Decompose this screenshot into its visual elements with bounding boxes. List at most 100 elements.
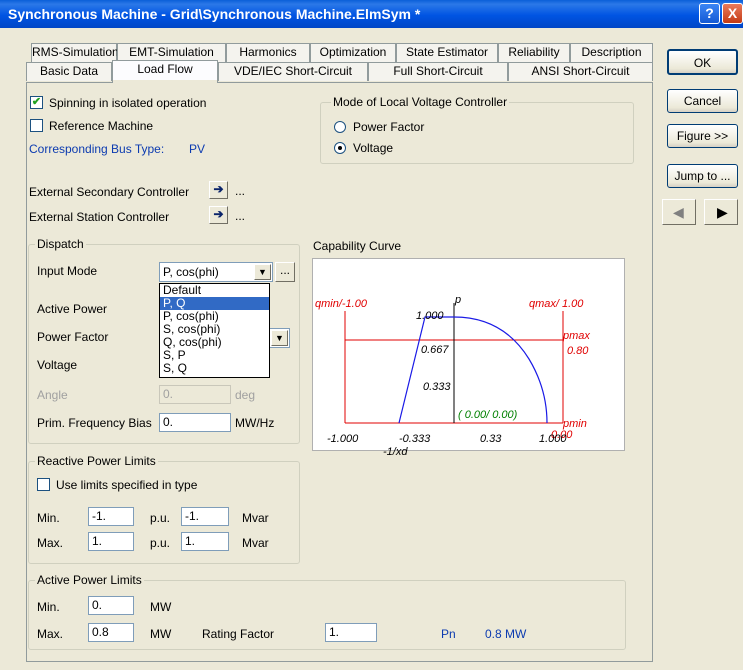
bus-type-value: PV bbox=[189, 142, 206, 156]
active-max-input[interactable]: 0.8 bbox=[88, 623, 134, 642]
rating-factor-input[interactable]: 1. bbox=[325, 623, 377, 642]
capability-curve-svg: qmin/-1.00 qmax/ 1.00 p pmax 0.80 pmin 0… bbox=[315, 294, 590, 445]
tab-optimization[interactable]: Optimization bbox=[310, 43, 396, 62]
angle-label: Angle bbox=[37, 388, 68, 402]
freq-bias-input[interactable]: 0. bbox=[159, 413, 231, 432]
pmax-label: pmax bbox=[562, 330, 590, 342]
help-button[interactable]: ? bbox=[699, 3, 720, 24]
ok-button[interactable]: OK bbox=[667, 49, 738, 75]
reactive-max-pu-unit: p.u. bbox=[150, 536, 171, 550]
capability-curve-chart: qmin/-1.00 qmax/ 1.00 p pmax 0.80 pmin 0… bbox=[312, 258, 625, 451]
active-tab-joiner bbox=[113, 80, 217, 84]
input-mode-select[interactable]: P, cos(phi) ▼ bbox=[159, 262, 273, 282]
voltage-controller-title: Mode of Local Voltage Controller bbox=[331, 95, 510, 109]
tab-full-short-circuit[interactable]: Full Short-Circuit bbox=[368, 62, 508, 81]
rating-factor-label: Rating Factor bbox=[202, 627, 275, 641]
tab-reliability[interactable]: Reliability bbox=[498, 43, 570, 62]
use-type-limits-checkbox[interactable] bbox=[37, 478, 50, 491]
spinning-checkbox[interactable]: ✔ bbox=[30, 96, 43, 109]
active-power-label: Active Power bbox=[37, 302, 108, 316]
figure-button[interactable]: Figure >> bbox=[667, 124, 738, 148]
secondary-controller-value: ... bbox=[235, 184, 246, 198]
angle-unit: deg bbox=[235, 388, 256, 402]
close-button[interactable]: X bbox=[722, 3, 743, 24]
input-mode-dropdown-list: Default P, Q P, cos(phi) S, cos(phi) Q, … bbox=[159, 283, 270, 378]
input-mode-value: P, cos(phi) bbox=[163, 265, 219, 279]
pn-value: 0.8 MW bbox=[485, 627, 527, 641]
bus-type-label: Corresponding Bus Type: bbox=[29, 142, 165, 156]
input-mode-label: Input Mode bbox=[37, 264, 98, 278]
secondary-controller-select-button[interactable]: ➔ bbox=[209, 181, 228, 199]
y-tick-0667: 0.667 bbox=[421, 344, 449, 356]
y-tick-1000: 1.000 bbox=[416, 310, 444, 322]
jump-to-button[interactable]: Jump to ... bbox=[667, 164, 738, 188]
active-min-unit: MW bbox=[150, 600, 172, 614]
pmax-value: 0.80 bbox=[567, 345, 589, 357]
reference-machine-checkbox[interactable] bbox=[30, 119, 43, 132]
x-tick-neg0333: -0.333 bbox=[399, 433, 431, 445]
freq-bias-label: Prim. Frequency Bias bbox=[37, 416, 152, 430]
tab-state-estimator[interactable]: State Estimator bbox=[396, 43, 498, 62]
reactive-min-pu-input[interactable]: -1. bbox=[88, 507, 134, 526]
power-factor-radio[interactable] bbox=[334, 121, 346, 133]
dropdown-option[interactable]: S, Q bbox=[160, 362, 269, 375]
power-factor-radio-label: Power Factor bbox=[353, 120, 425, 134]
reactive-min-mvar-input[interactable]: -1. bbox=[181, 507, 229, 526]
active-max-unit: MW bbox=[150, 627, 172, 641]
cancel-button[interactable]: Cancel bbox=[667, 89, 738, 113]
reactive-max-mvar-input[interactable]: 1. bbox=[181, 532, 229, 551]
x-tick-neg1000: -1.000 bbox=[327, 433, 359, 445]
tab-description[interactable]: Description bbox=[570, 43, 653, 62]
active-min-input[interactable]: 0. bbox=[88, 596, 134, 615]
station-controller-value: ... bbox=[235, 209, 246, 223]
dispatch-title: Dispatch bbox=[35, 237, 86, 251]
capability-curve-title: Capability Curve bbox=[313, 239, 402, 253]
tab-vde-iec-short-circuit[interactable]: VDE/IEC Short-Circuit bbox=[218, 62, 368, 81]
operating-point-label: ( 0.00/ 0.00) bbox=[458, 409, 518, 421]
reactive-limits-title: Reactive Power Limits bbox=[35, 454, 158, 468]
active-max-label: Max. bbox=[37, 627, 64, 641]
title-bar: Synchronous Machine - Grid\Synchronous M… bbox=[0, 0, 743, 28]
use-type-limits-label: Use limits specified in type bbox=[56, 478, 198, 492]
reactive-max-mvar-unit: Mvar bbox=[242, 536, 269, 550]
active-min-label: Min. bbox=[37, 600, 60, 614]
voltage-radio-label: Voltage bbox=[353, 141, 394, 155]
x-tick-1000: 1.000 bbox=[539, 433, 567, 445]
tab-ansi-short-circuit[interactable]: ANSI Short-Circuit bbox=[508, 62, 653, 81]
secondary-controller-label: External Secondary Controller bbox=[29, 185, 190, 199]
p-axis-label: p bbox=[454, 294, 461, 306]
tab-load-flow[interactable]: Load Flow bbox=[112, 60, 218, 82]
power-factor-type-select[interactable]: ▼ bbox=[268, 328, 290, 348]
qmin-label: qmin/-1.00 bbox=[315, 298, 368, 310]
reference-machine-label: Reference Machine bbox=[49, 119, 154, 133]
input-mode-more-button[interactable]: ... bbox=[275, 262, 295, 282]
chevron-down-icon[interactable]: ▼ bbox=[271, 330, 288, 346]
pn-label: Pn bbox=[441, 627, 456, 641]
reactive-max-pu-input[interactable]: 1. bbox=[88, 532, 134, 551]
capability-curve-line bbox=[398, 316, 548, 424]
y-tick-0333: 0.333 bbox=[423, 381, 451, 393]
previous-button[interactable]: ◀ bbox=[662, 199, 696, 225]
chevron-down-icon[interactable]: ▼ bbox=[254, 264, 271, 280]
reactive-max-label: Max. bbox=[37, 536, 64, 550]
qmax-label: qmax/ 1.00 bbox=[529, 298, 584, 310]
freq-bias-unit: MW/Hz bbox=[235, 416, 275, 430]
next-button[interactable]: ▶ bbox=[704, 199, 738, 225]
arrow-right-icon: ▶ bbox=[717, 204, 728, 220]
tab-rms-simulation[interactable]: RMS-Simulation bbox=[31, 43, 119, 62]
station-controller-label: External Station Controller bbox=[29, 210, 170, 224]
reactive-min-label: Min. bbox=[37, 511, 60, 525]
station-controller-select-button[interactable]: ➔ bbox=[209, 206, 228, 224]
spinning-label: Spinning in isolated operation bbox=[49, 96, 207, 110]
angle-input: 0. bbox=[159, 385, 231, 404]
x-axis-label: -1/xd bbox=[383, 446, 408, 458]
tab-harmonics[interactable]: Harmonics bbox=[226, 43, 310, 62]
tab-basic-data[interactable]: Basic Data bbox=[26, 62, 112, 81]
arrow-left-icon: ◀ bbox=[673, 204, 684, 220]
reactive-min-pu-unit: p.u. bbox=[150, 511, 171, 525]
window-title: Synchronous Machine - Grid\Synchronous M… bbox=[8, 6, 421, 22]
reactive-min-mvar-unit: Mvar bbox=[242, 511, 269, 525]
voltage-label: Voltage bbox=[37, 358, 78, 372]
voltage-radio[interactable] bbox=[334, 142, 346, 154]
x-tick-033: 0.33 bbox=[480, 433, 502, 445]
